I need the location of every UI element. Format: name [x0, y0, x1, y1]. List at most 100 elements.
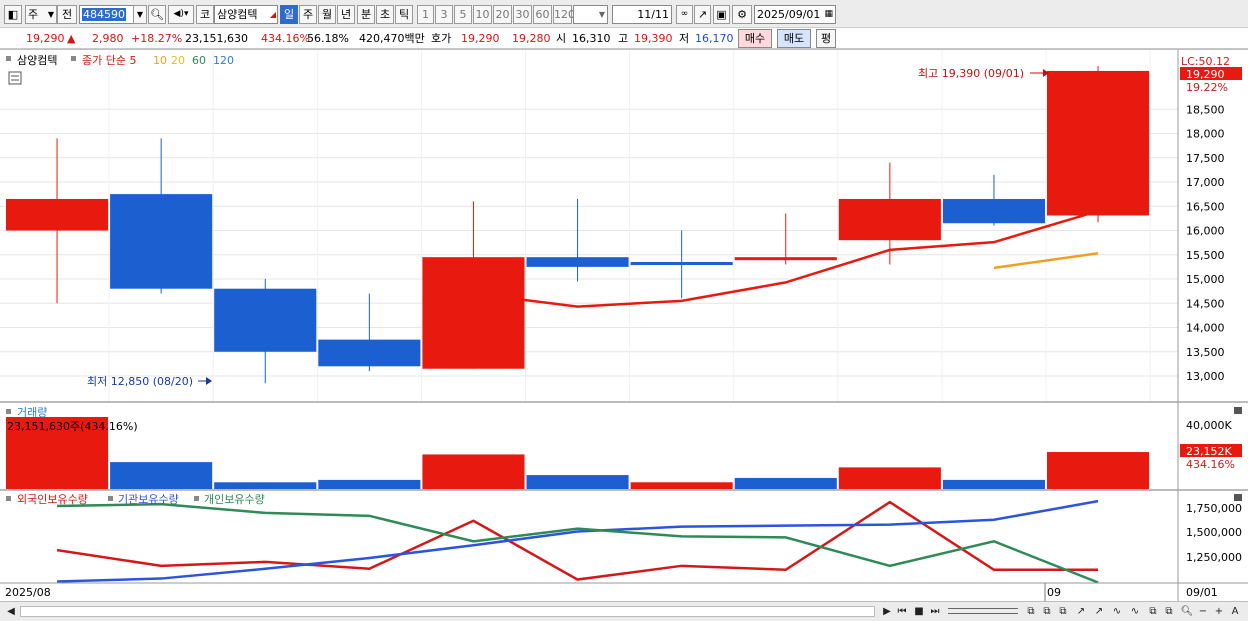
horizontal-scrollbar[interactable]: [20, 606, 875, 617]
draw-line-icon[interactable]: ↗: [1074, 604, 1088, 619]
lookup-button[interactable]: 전: [57, 5, 77, 24]
interval-30-button[interactable]: 30: [513, 5, 532, 24]
holding-y-tick: 1,500,000: [1186, 526, 1242, 539]
period-year-tab[interactable]: 년: [337, 5, 355, 24]
rewind-icon[interactable]: ⏮: [895, 604, 909, 619]
holding-y-tick: 1,250,000: [1186, 551, 1242, 564]
high-annotation: 최고 19,390 (09/01): [918, 67, 1024, 80]
price-y-tick: 15,500: [1186, 249, 1225, 262]
fast-forward-icon[interactable]: ⏭: [928, 604, 942, 619]
legend-square-icon: [194, 496, 199, 501]
period-week-tab[interactable]: 주: [299, 5, 317, 24]
layout-icon[interactable]: ⧉: [1024, 604, 1038, 619]
chevron-down-icon: ▼: [598, 10, 605, 19]
market-select[interactable]: 주 ▼: [25, 5, 57, 24]
up-arrow-icon: ▲: [67, 32, 76, 45]
price-y-tick: 13,000: [1186, 370, 1225, 383]
chart-area[interactable]: 18,500 18,000 17,500 17,000 16,500 16,000 15,5…: [0, 49, 1248, 602]
sell-button[interactable]: 매도: [777, 29, 811, 48]
pane-close-icon[interactable]: [1234, 494, 1242, 501]
draw-line-icon[interactable]: ↗: [1092, 604, 1106, 619]
price-y-tick: 16,000: [1186, 225, 1225, 238]
foreign-line: [56, 500, 1099, 581]
trade-volume: 23,151,630: [185, 32, 248, 45]
period-day-tab[interactable]: 일: [280, 5, 298, 24]
zoom-in-icon[interactable]: +: [1212, 604, 1226, 619]
price-y-tick: 17,000: [1186, 176, 1225, 189]
font-size-icon[interactable]: A: [1228, 604, 1242, 619]
volume-last-tag: 23,152K: [1186, 445, 1232, 458]
date-field[interactable]: 2025/09/01 ▦: [754, 5, 836, 24]
zoom-slider[interactable]: [948, 608, 1018, 614]
volume-bar: [214, 482, 317, 489]
legend-stock-name: 삼양컴텍: [17, 54, 57, 67]
price-y-tick: 16,500: [1186, 200, 1225, 213]
layout-icon[interactable]: ⧉: [1040, 604, 1054, 619]
table-toggle-icon[interactable]: [8, 71, 22, 85]
speaker-icon[interactable]: ◀)▾: [168, 5, 194, 24]
interval-1-button[interactable]: 1: [417, 5, 434, 24]
save-icon[interactable]: ▣: [713, 5, 730, 24]
zoom-out-icon[interactable]: −: [1196, 604, 1210, 619]
legend-square-icon: [71, 56, 76, 61]
volume-bar: [110, 462, 213, 489]
holding-marks: [56, 499, 1099, 584]
candle-body: [838, 198, 941, 241]
draw-fib-icon[interactable]: ⧉: [1146, 604, 1160, 619]
buy-button[interactable]: 매수: [738, 29, 772, 48]
institution-line: [57, 499, 1099, 583]
interval-5-button[interactable]: 5: [454, 5, 472, 24]
market-select-value: 주: [28, 8, 39, 21]
legend-square-icon: [6, 496, 11, 501]
bar-count-field[interactable]: 11/11: [612, 5, 672, 24]
stock-name-value: 삼양컴텍: [217, 8, 258, 21]
bar-count-value: 11: [637, 8, 652, 21]
stock-code-input[interactable]: 484590: [79, 5, 134, 24]
low-arrow-head-icon: [206, 377, 212, 385]
draw-tool-icon[interactable]: ↗: [694, 5, 711, 24]
period-tick-tab[interactable]: 틱: [395, 5, 413, 24]
scroll-right-icon[interactable]: ▶: [880, 604, 894, 619]
chevron-down-icon: ▼: [47, 10, 54, 19]
candle-body: [942, 198, 1045, 224]
interval-120-button[interactable]: 120: [553, 5, 575, 24]
pane-close-icon[interactable]: [1234, 407, 1242, 414]
interval-20-button[interactable]: 20: [493, 5, 512, 24]
stop-icon[interactable]: ■: [912, 604, 926, 619]
main-toolbar: ◧ 주 ▼ 전 484590 ▼ 🔍︎ ◀)▾ 코 삼양컴텍 ◢ 일 주 월 년 분…: [0, 0, 1248, 28]
chart-nav-bar: ◀ ▶ ⏮ ■ ⏭ ⧉ ⧉ ⧉ ↗ ↗ ∿ ∿ ⧉ ⧉ 🔍︎ − + A: [0, 601, 1248, 621]
low-price: 16,170: [695, 32, 734, 45]
interval-60-button[interactable]: 60: [533, 5, 552, 24]
price-y-tick: 15,000: [1186, 273, 1225, 286]
price-y-tick: 17,500: [1186, 152, 1225, 165]
zoom-search-icon[interactable]: 🔍︎: [1180, 604, 1194, 619]
product-type-badge[interactable]: 코: [196, 5, 214, 24]
search-icon[interactable]: 🔍︎: [148, 5, 166, 24]
candle-body: [318, 339, 421, 367]
interval-10-button[interactable]: 10: [473, 5, 492, 24]
turnover-pct: 56.18%: [307, 32, 349, 45]
code-dropdown-icon[interactable]: ▼: [133, 5, 147, 24]
draw-wave-icon[interactable]: ∿: [1110, 604, 1124, 619]
period-second-tab[interactable]: 초: [376, 5, 394, 24]
eval-button[interactable]: 평: [816, 29, 836, 48]
interval-custom-select[interactable]: ▼: [573, 5, 608, 24]
binoculars-icon[interactable]: ∞: [676, 5, 693, 24]
window-menu-icon[interactable]: ◧: [4, 5, 22, 24]
corner-mark-icon: ◢: [269, 10, 276, 19]
volume-value-note: 23,151,630주(434.16%): [7, 420, 138, 433]
legend-square-icon: [108, 496, 113, 501]
stock-name-field[interactable]: 삼양컴텍 ◢: [214, 5, 278, 24]
settings-gear-icon[interactable]: ⚙: [732, 5, 752, 24]
period-minute-tab[interactable]: 분: [357, 5, 375, 24]
draw-shape-icon[interactable]: ⧉: [1162, 604, 1176, 619]
volume-bar: [838, 467, 941, 489]
legend-individual: 개인보유수량: [204, 493, 265, 506]
price-y-tick: 14,500: [1186, 297, 1225, 310]
chart-svg[interactable]: 18,500 18,000 17,500 17,000 16,500 16,000 15,5…: [0, 50, 1248, 602]
interval-3-button[interactable]: 3: [435, 5, 453, 24]
scroll-left-icon[interactable]: ◀: [4, 604, 18, 619]
compare-icon[interactable]: ⧉: [1056, 604, 1070, 619]
draw-wave-icon[interactable]: ∿: [1128, 604, 1142, 619]
period-month-tab[interactable]: 월: [318, 5, 336, 24]
